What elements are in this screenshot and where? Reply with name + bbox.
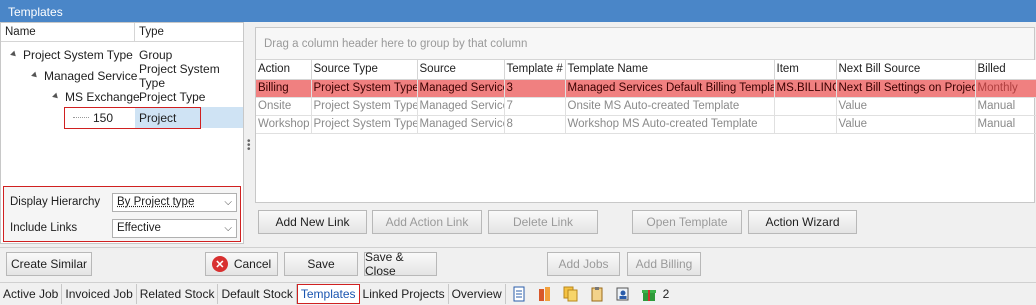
- cell-next-bill-source: Next Bill Settings on Project: [836, 79, 976, 98]
- col-header-template-name[interactable]: Template Name: [565, 60, 775, 80]
- cell-template-name: Onsite MS Auto-created Template: [565, 97, 775, 116]
- save-button[interactable]: Save: [284, 252, 358, 276]
- cell-source: Managed Service: [417, 97, 505, 116]
- cell-template-number: 7: [504, 97, 566, 116]
- cell-source: Managed Service: [417, 115, 505, 134]
- include-links-label: Include Links: [10, 222, 78, 234]
- tree-row-type: Group: [139, 47, 173, 62]
- display-hierarchy-label: Display Hierarchy: [10, 196, 101, 208]
- cell-action: Workshop: [256, 115, 312, 134]
- cell-action: Billing: [256, 79, 312, 98]
- tab-linked-projects[interactable]: Linked Projects: [360, 284, 449, 304]
- col-header-item[interactable]: Item: [774, 60, 837, 80]
- cell-template-number: 8: [504, 115, 566, 134]
- cell-billed: Manual: [975, 97, 1036, 116]
- tree-row-name: Project System Type: [23, 47, 133, 62]
- tab-templates[interactable]: Templates: [296, 284, 360, 304]
- col-header-source[interactable]: Source: [417, 60, 505, 80]
- callout-highlight: [64, 107, 201, 129]
- tree-header-type[interactable]: Type: [135, 23, 168, 41]
- cell-template-name: Managed Services Default Billing Templat…: [565, 79, 775, 98]
- options-panel: Display Hierarchy By Project type ⌵ Incl…: [3, 186, 241, 242]
- bottom-tab-bar: Active Job Invoiced Job Related Stock De…: [0, 282, 1036, 305]
- cell-source-type: Project System Type: [311, 115, 418, 134]
- chevron-down-icon: ⌵: [224, 223, 232, 234]
- tree-row-project-type[interactable]: MS Exchange Project Type: [1, 86, 243, 107]
- tab-overview[interactable]: Overview: [449, 284, 506, 304]
- display-hierarchy-select[interactable]: By Project type ⌵: [112, 193, 237, 212]
- cell-billed: Manual: [975, 115, 1036, 134]
- cancel-button[interactable]: ✕ Cancel: [205, 252, 278, 276]
- col-header-next-bill-source[interactable]: Next Bill Source: [836, 60, 976, 80]
- tab-count-badge: 2: [662, 287, 670, 301]
- create-similar-button[interactable]: Create Similar: [6, 252, 92, 276]
- tree-row-name: MS Exchange: [65, 89, 140, 104]
- include-links-select[interactable]: Effective ⌵: [112, 219, 237, 238]
- tab-related-stock[interactable]: Related Stock: [137, 284, 219, 304]
- gift-icon[interactable]: [641, 286, 657, 302]
- col-header-action[interactable]: Action: [256, 60, 312, 80]
- links-grid: Action Source Type Source Template # Tem…: [256, 60, 1036, 134]
- cell-item: [774, 115, 837, 134]
- documents-icon[interactable]: [563, 286, 579, 302]
- expand-arrow-icon[interactable]: [52, 92, 60, 101]
- open-template-button[interactable]: Open Template: [632, 210, 742, 234]
- tree-row-type: Project Type: [139, 89, 206, 104]
- clipboard-icon[interactable]: [589, 286, 605, 302]
- cell-source-type: Project System Type: [311, 79, 418, 98]
- add-action-link-button[interactable]: Add Action Link: [372, 210, 482, 234]
- cell-item: [774, 97, 837, 116]
- cell-source: Managed Service: [417, 79, 505, 98]
- cell-billed: Monthly: [975, 79, 1036, 98]
- table-row[interactable]: Onsite Project System Type Managed Servi…: [256, 97, 1036, 116]
- tree-header-name[interactable]: Name: [1, 23, 135, 41]
- action-wizard-button[interactable]: Action Wizard: [748, 210, 857, 234]
- add-jobs-button[interactable]: Add Jobs: [547, 252, 620, 276]
- divider: [0, 247, 1036, 248]
- tree-row-system-type[interactable]: Managed Service Project System Type: [1, 62, 243, 90]
- table-row[interactable]: Billing Project System Type Managed Serv…: [256, 79, 1036, 98]
- cell-next-bill-source: Value: [836, 115, 976, 134]
- cell-source-type: Project System Type: [311, 97, 418, 116]
- tree-header: Name Type: [1, 23, 243, 42]
- links-grid-panel: Drag a column header here to group by th…: [255, 27, 1036, 203]
- cell-template-number: 3: [504, 79, 566, 98]
- save-close-button[interactable]: Save & Close: [364, 250, 437, 278]
- invoice-icon[interactable]: [511, 286, 527, 302]
- tree-row-name: Managed Service: [44, 68, 138, 83]
- display-hierarchy-value: By Project type: [117, 196, 195, 208]
- books-icon[interactable]: [537, 286, 553, 302]
- cell-item: MS.BILLING: [774, 79, 837, 98]
- tab-invoiced-job[interactable]: Invoiced Job: [62, 284, 137, 304]
- cell-next-bill-source: Value: [836, 97, 976, 116]
- expand-arrow-icon[interactable]: [31, 71, 39, 80]
- tab-default-stock[interactable]: Default Stock: [218, 284, 297, 304]
- tab-active-job[interactable]: Active Job: [0, 284, 63, 304]
- col-header-source-type[interactable]: Source Type: [311, 60, 418, 80]
- col-header-billed[interactable]: Billed: [975, 60, 1036, 80]
- expand-arrow-icon[interactable]: [10, 50, 18, 59]
- group-by-area[interactable]: Drag a column header here to group by th…: [256, 28, 1034, 60]
- window-title: Templates: [0, 0, 1036, 22]
- delete-link-button[interactable]: Delete Link: [488, 210, 598, 234]
- cell-action: Onsite: [256, 97, 312, 116]
- cancel-icon: ✕: [211, 256, 228, 272]
- grid-header-row: Action Source Type Source Template # Tem…: [256, 60, 1036, 80]
- chevron-down-icon: ⌵: [224, 197, 232, 208]
- add-billing-button[interactable]: Add Billing: [627, 252, 701, 276]
- cell-template-name: Workshop MS Auto-created Template: [565, 115, 775, 134]
- cancel-label: Cancel: [233, 257, 272, 271]
- contacts-icon[interactable]: [615, 286, 631, 302]
- table-row[interactable]: Workshop Project System Type Managed Ser…: [256, 115, 1036, 134]
- add-new-link-button[interactable]: Add New Link: [258, 210, 367, 234]
- include-links-value: Effective: [117, 222, 161, 234]
- splitter-handle[interactable]: • • •: [247, 137, 251, 155]
- col-header-template-number[interactable]: Template #: [504, 60, 566, 80]
